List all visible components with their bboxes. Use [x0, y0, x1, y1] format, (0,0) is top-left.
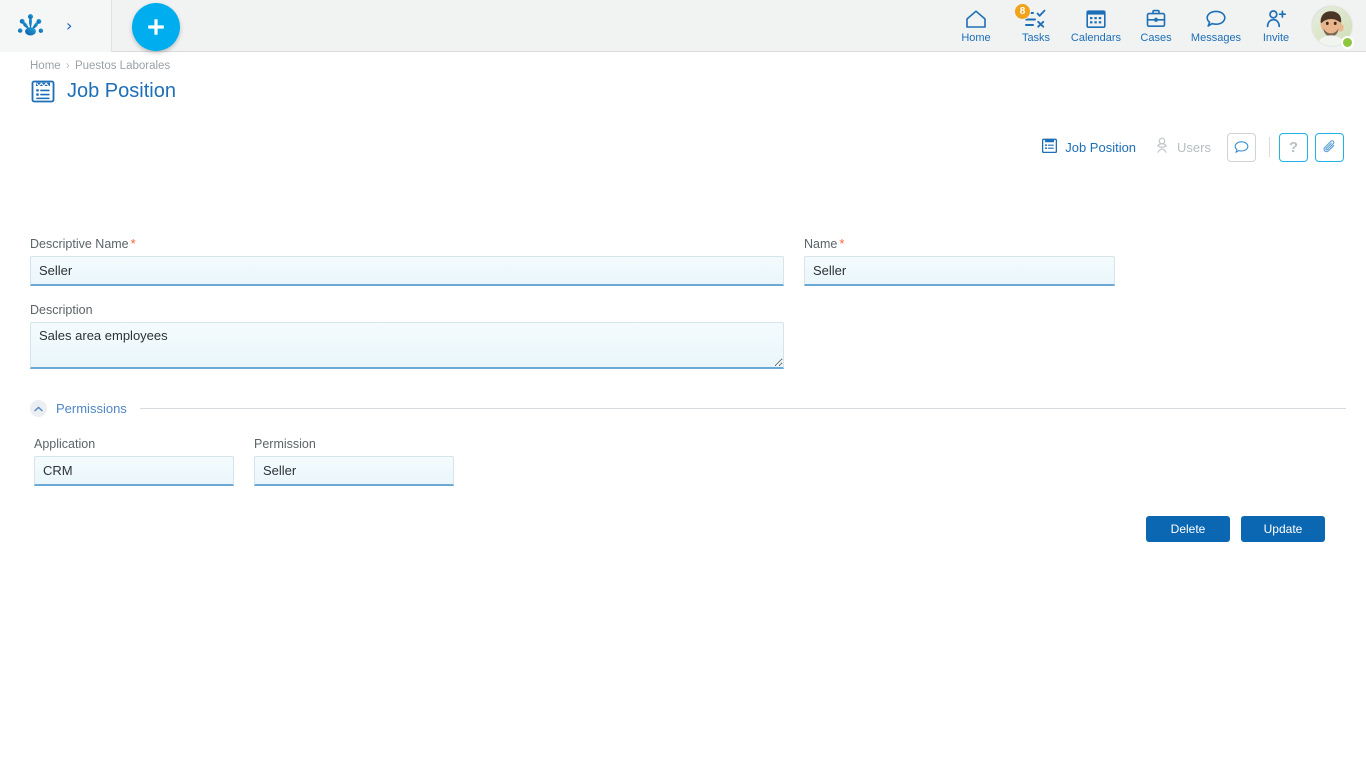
clipboard-list-icon: [1041, 137, 1058, 157]
descriptive-name-input[interactable]: [30, 256, 784, 286]
attachment-button[interactable]: [1315, 133, 1344, 162]
logo-zone: ›: [0, 0, 112, 52]
application-input[interactable]: [34, 456, 234, 486]
breadcrumb: Home › Puestos Laborales: [20, 52, 1346, 74]
comment-button[interactable]: [1227, 133, 1256, 162]
add-zone: [112, 2, 180, 50]
divider: [1269, 137, 1270, 157]
nav-item-home[interactable]: Home: [946, 0, 1006, 52]
nav-label-cases: Cases: [1140, 32, 1171, 44]
field-description: Description: [30, 303, 784, 369]
update-button[interactable]: Update: [1241, 516, 1325, 542]
nav-item-calendars[interactable]: Calendars: [1066, 0, 1126, 52]
chevron-right-icon[interactable]: ›: [66, 18, 72, 34]
paperclip-icon: [1322, 139, 1338, 155]
nav-label-home: Home: [961, 32, 990, 44]
label-permission: Permission: [254, 437, 454, 452]
permissions-section-header: Permissions: [20, 400, 1346, 417]
section-title-permissions: Permissions: [56, 401, 127, 416]
label-text: Name: [804, 237, 837, 251]
home-icon: [964, 8, 988, 30]
page-header: Home › Puestos Laborales Job Position: [0, 52, 1366, 104]
required-marker: *: [837, 236, 844, 251]
label-description: Description: [30, 303, 784, 318]
top-navigation-bar: › Home: [0, 0, 1366, 52]
user-plus-icon: [1264, 8, 1288, 30]
avatar[interactable]: [1306, 0, 1358, 52]
delete-button[interactable]: Delete: [1146, 516, 1230, 542]
tasks-badge: 8: [1014, 3, 1031, 20]
description-textarea[interactable]: [30, 322, 784, 369]
calendar-icon: [1085, 8, 1107, 30]
required-marker: *: [129, 236, 136, 251]
tab-label-job-position: Job Position: [1065, 140, 1136, 155]
page-title: Job Position: [67, 79, 176, 103]
field-application: Application: [34, 437, 234, 486]
help-button[interactable]: ?: [1279, 133, 1308, 162]
label-name: Name*: [804, 236, 1115, 252]
clipboard-list-icon: [30, 78, 56, 104]
page-title-row: Job Position: [20, 74, 1346, 104]
breadcrumb-separator: ›: [64, 60, 72, 72]
chat-bubble-icon: [1233, 140, 1250, 155]
nav-item-tasks[interactable]: 8 Tasks: [1006, 0, 1066, 52]
breadcrumb-home[interactable]: Home: [30, 60, 61, 72]
field-name: Name*: [804, 236, 1115, 286]
nav-label-invite: Invite: [1263, 32, 1289, 44]
tab-job-position[interactable]: Job Position: [1032, 132, 1145, 162]
field-descriptive-name: Descriptive Name*: [30, 236, 784, 286]
question-mark-icon: ?: [1289, 140, 1298, 155]
chat-bubble-icon: [1204, 8, 1228, 30]
online-status-dot: [1341, 36, 1354, 49]
field-permission: Permission: [254, 437, 454, 486]
chevron-up-icon[interactable]: [30, 400, 47, 417]
section-divider-line: [140, 408, 1346, 409]
briefcase-icon: [1145, 8, 1167, 30]
nav-item-messages[interactable]: Messages: [1186, 0, 1246, 52]
page-header-tools: Job Position Users ?: [1032, 132, 1344, 162]
top-nav-items: Home 8 Tasks: [946, 0, 1366, 52]
name-input[interactable]: [804, 256, 1115, 286]
action-buttons: Delete Update: [1146, 516, 1325, 542]
breadcrumb-current[interactable]: Puestos Laborales: [75, 60, 170, 72]
users-icon: [1154, 137, 1170, 157]
nav-label-messages: Messages: [1191, 32, 1241, 44]
section-head: Permissions: [20, 400, 1346, 417]
tab-label-users: Users: [1177, 140, 1211, 155]
frog-foot-logo-icon[interactable]: [14, 9, 48, 43]
nav-item-invite[interactable]: Invite: [1246, 0, 1306, 52]
nav-label-calendars: Calendars: [1071, 32, 1121, 44]
tab-users[interactable]: Users: [1145, 132, 1220, 162]
plus-icon: [145, 16, 167, 38]
label-text: Descriptive Name: [30, 237, 129, 251]
nav-item-cases[interactable]: Cases: [1126, 0, 1186, 52]
nav-label-tasks: Tasks: [1022, 32, 1050, 44]
label-descriptive-name: Descriptive Name*: [30, 236, 784, 252]
add-new-button[interactable]: [132, 3, 180, 51]
permission-input[interactable]: [254, 456, 454, 486]
tasks-checklist-icon: 8: [1023, 8, 1049, 30]
label-application: Application: [34, 437, 234, 452]
